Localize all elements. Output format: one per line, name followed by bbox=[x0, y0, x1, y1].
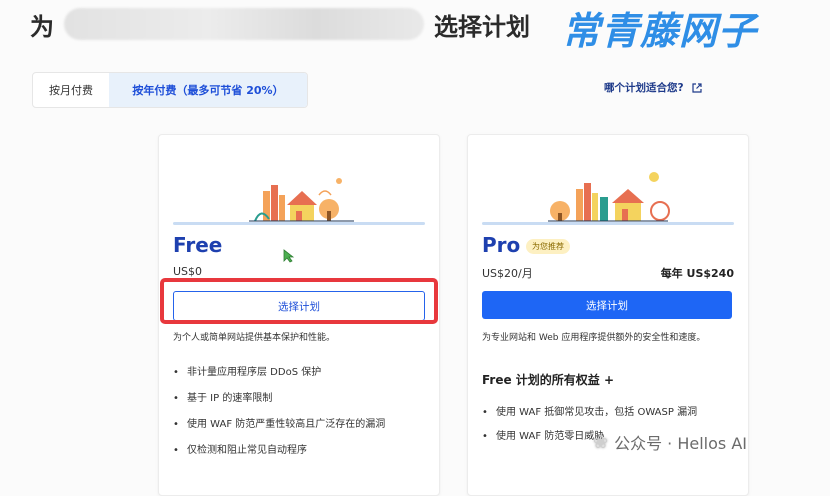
free-card-divider bbox=[173, 222, 425, 225]
pro-plan-price: US$20/月 bbox=[482, 267, 533, 280]
wechat-icon: ❀ bbox=[593, 431, 609, 453]
watermark-text: 常青藤网子 bbox=[562, 9, 758, 53]
pro-plan-illustration bbox=[548, 172, 670, 222]
wechat-watermark-text: 公众号 · Hellos AI bbox=[614, 434, 747, 453]
pro-card-divider bbox=[482, 222, 734, 225]
pro-plan-yearly-price: 每年 US$240 bbox=[660, 267, 734, 280]
title-prefix: 为 bbox=[30, 12, 54, 41]
free-feature-item: 仅检测和阻止常见自动程序 bbox=[173, 441, 423, 461]
title-suffix: 选择计划 bbox=[434, 12, 530, 41]
pro-feature-item: 使用 WAF 抵御常见攻击，包括 OWASP 漏洞 bbox=[482, 403, 732, 423]
free-feature-item: 基于 IP 的速率限制 bbox=[173, 389, 423, 409]
wechat-watermark: ❀ 公众号 · Hellos AI bbox=[593, 430, 747, 454]
free-plan-illustration bbox=[249, 178, 354, 222]
which-plan-label: 哪个计划适合您? bbox=[604, 82, 684, 94]
blurred-domain bbox=[64, 8, 424, 40]
free-plan-name: Free bbox=[173, 233, 223, 257]
external-link-icon bbox=[691, 82, 702, 93]
which-plan-link[interactable]: 哪个计划适合您? bbox=[604, 80, 702, 95]
free-feature-item: 非计量应用程序层 DDoS 保护 bbox=[173, 363, 423, 383]
billing-monthly-option[interactable]: 按月付费 bbox=[33, 73, 109, 107]
free-plan-description: 为个人或简单网站提供基本保护和性能。 bbox=[173, 333, 336, 343]
pro-plan-name: Pro bbox=[482, 233, 521, 257]
pro-select-plan-button[interactable]: 选择计划 bbox=[482, 291, 732, 319]
free-select-plan-button[interactable]: 选择计划 bbox=[173, 291, 425, 321]
free-feature-list: 非计量应用程序层 DDoS 保护 基于 IP 的速率限制 使用 WAF 防范严重… bbox=[173, 363, 423, 467]
pro-section-title: Free 计划的所有权益 + bbox=[482, 373, 615, 387]
page-title: 为 选择计划 bbox=[30, 6, 530, 42]
recommended-badge: 为您推荐 bbox=[526, 239, 570, 254]
billing-yearly-option[interactable]: 按年付费（最多可节省 20%） bbox=[109, 73, 307, 107]
mouse-cursor-icon bbox=[283, 249, 295, 263]
plan-card-free: Free US$0 选择计划 为个人或简单网站提供基本保护和性能。 非计量应用程… bbox=[158, 134, 440, 496]
billing-toggle: 按月付费 按年付费（最多可节省 20%） bbox=[32, 72, 308, 108]
pro-plan-description: 为专业网站和 Web 应用程序提供额外的安全性和速度。 bbox=[482, 333, 706, 343]
free-feature-item: 使用 WAF 防范严重性较高且广泛存在的漏洞 bbox=[173, 415, 423, 435]
free-plan-price: US$0 bbox=[173, 265, 203, 278]
